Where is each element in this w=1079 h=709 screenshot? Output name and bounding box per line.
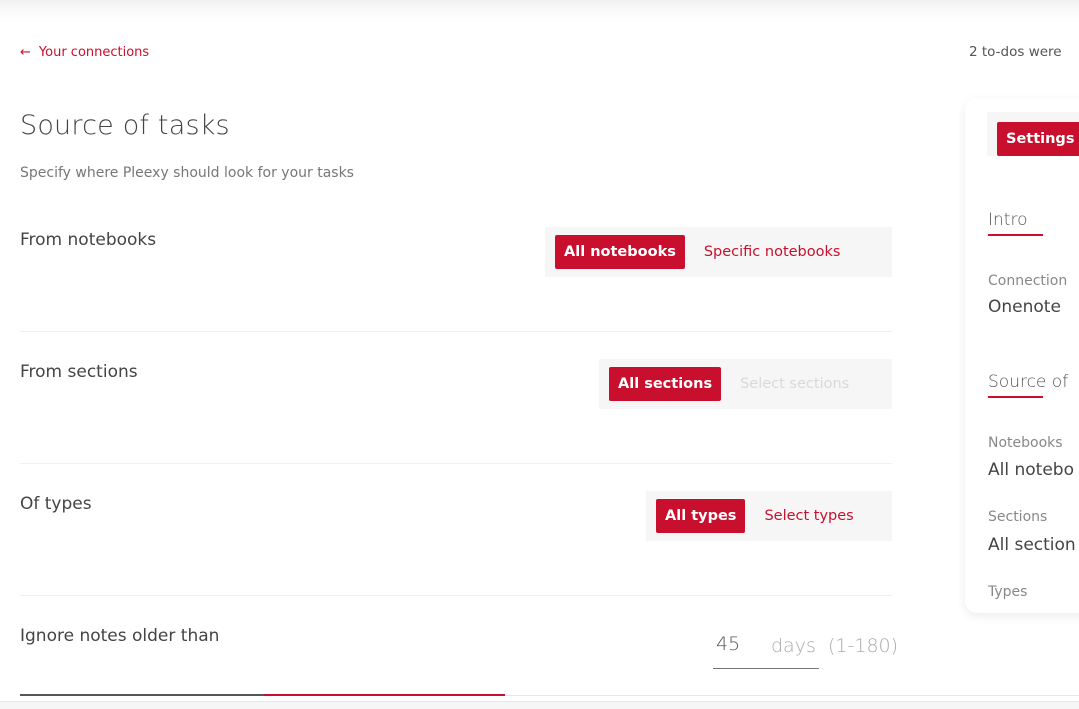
connection-key: Connection [988, 273, 1068, 289]
sections-label: From sections [20, 362, 138, 382]
ignore-notes-label: Ignore notes older than [20, 626, 220, 646]
days-input[interactable]: 45 days [713, 630, 819, 669]
notebooks-segmented-control: All notebooks Specific notebooks [545, 227, 892, 277]
types-label: Of types [20, 494, 92, 514]
select-sections-button[interactable]: Select sections [731, 367, 858, 401]
top-header-shadow [0, 0, 1079, 22]
days-value: 45 [716, 633, 741, 655]
all-types-button[interactable]: All types [656, 499, 746, 533]
step-progress-current [264, 694, 505, 696]
types-segmented-control: All types Select types [646, 491, 892, 541]
intro-heading: Intro [988, 210, 1028, 230]
settings-tab[interactable]: Settings [997, 122, 1079, 156]
notebooks-label: From notebooks [20, 230, 157, 250]
page-title: Source of tasks [20, 110, 230, 141]
sections-value: All section [988, 535, 1076, 555]
source-underline [988, 396, 1043, 398]
divider [20, 463, 892, 464]
connection-value: Onenote [988, 297, 1061, 317]
divider [20, 595, 892, 596]
settings-summary-card: Settings Intro Connection Onenote Source… [965, 98, 1079, 613]
all-sections-button[interactable]: All sections [609, 367, 722, 401]
days-range-hint: (1-180) [828, 635, 899, 657]
types-key: Types [988, 584, 1028, 600]
notebooks-value: All notebo [988, 460, 1074, 480]
sections-key: Sections [988, 509, 1048, 525]
divider [20, 331, 892, 332]
step-progress-done [20, 694, 264, 696]
intro-underline [988, 234, 1043, 236]
select-types-button[interactable]: Select types [755, 499, 862, 533]
specific-notebooks-button[interactable]: Specific notebooks [695, 235, 850, 269]
bottom-bar [0, 701, 1079, 709]
source-heading: Source of [988, 372, 1069, 392]
all-notebooks-button[interactable]: All notebooks [555, 235, 685, 269]
notebooks-key: Notebooks [988, 435, 1063, 451]
back-link-label: Your connections [38, 45, 150, 60]
step-progress-remaining [505, 695, 1079, 696]
back-to-connections-link[interactable]: ← Your connections [20, 45, 149, 60]
arrow-left-icon: ← [20, 45, 31, 60]
days-unit: days [771, 635, 816, 657]
todos-notice: 2 to-dos were [969, 44, 1062, 60]
page-subtitle: Specify where Pleexy should look for you… [20, 165, 354, 181]
sections-segmented-control: All sections Select sections [599, 359, 892, 409]
